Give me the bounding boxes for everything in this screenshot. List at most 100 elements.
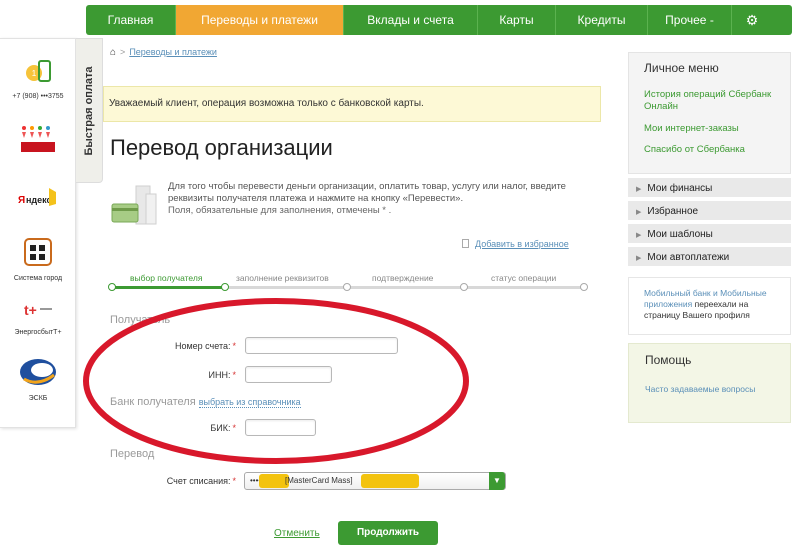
organization-transfer-illustration bbox=[111, 185, 157, 225]
nav-item-cards[interactable]: Карты bbox=[478, 5, 556, 35]
chevron-down-icon[interactable]: ▼ bbox=[489, 472, 505, 490]
caret-right-icon: ▶ bbox=[636, 186, 642, 193]
nav-item-other[interactable]: Прочее - bbox=[648, 5, 732, 35]
home-icon[interactable]: ⌂ bbox=[110, 47, 116, 58]
svg-text:Я: Я bbox=[18, 195, 25, 206]
personal-menu-title: Личное меню bbox=[644, 61, 719, 75]
add-to-favorites-label: Добавить в избранное bbox=[475, 239, 569, 249]
inn-required-mark: * bbox=[232, 370, 236, 380]
accordion-my-templates[interactable]: ▶ Мои шаблоны bbox=[628, 224, 791, 245]
quick-pay-tab-label: Быстрая оплата bbox=[83, 65, 95, 156]
esk-icon bbox=[20, 359, 56, 385]
nav-item-credits[interactable]: Кредиты bbox=[556, 5, 648, 35]
top-nav: Главная Переводы и платежи Вклады и счет… bbox=[86, 5, 792, 35]
step-dot-start bbox=[108, 283, 116, 291]
bank-section-title: Банк получателя bbox=[110, 396, 196, 408]
nav-item-home[interactable]: Главная bbox=[86, 5, 176, 35]
accordion-my-autopayments-label: Мои автоплатежи bbox=[647, 252, 730, 263]
quick-pay-tab[interactable]: Быстрая оплата bbox=[76, 38, 103, 183]
step-label-details: заполнение реквизитов bbox=[236, 273, 329, 283]
quick-pay-system-city[interactable]: Система город bbox=[0, 237, 76, 282]
debit-account-label: Счет списания: * bbox=[116, 476, 236, 486]
spasibo-link[interactable]: Спасибо от Сбербанка bbox=[644, 144, 784, 156]
debit-required-mark: * bbox=[232, 476, 236, 486]
step-dot-4 bbox=[580, 283, 588, 291]
step-dot-3 bbox=[460, 283, 468, 291]
nav-item-deposits[interactable]: Вклады и счета bbox=[344, 5, 478, 35]
nav-item-transfers[interactable]: Переводы и платежи bbox=[176, 5, 344, 35]
inn-label: ИНН: * bbox=[116, 370, 236, 380]
quick-pay-phone[interactable]: 1 +7 (908) •••3755 bbox=[0, 59, 76, 100]
step-dot-2 bbox=[343, 283, 351, 291]
bik-input[interactable] bbox=[245, 419, 316, 436]
caret-right-icon: ▶ bbox=[636, 209, 642, 216]
quick-pay-energosbyt-caption: ЭнергосбытТ+ bbox=[14, 329, 62, 336]
accordion-my-autopayments[interactable]: ▶ Мои автоплатежи bbox=[628, 247, 791, 268]
intro-description: Для того чтобы перевести деньги организа… bbox=[168, 181, 566, 204]
mobile-bank-notice: Мобильный банк и Мобильные приложения пе… bbox=[628, 277, 791, 335]
debit-account-select[interactable]: •••• [MasterCard Mass] ▼ bbox=[244, 472, 506, 490]
account-label-text: Номер счета: bbox=[174, 341, 231, 351]
bik-label: БИК: * bbox=[116, 423, 236, 433]
faq-link[interactable]: Часто задаваемые вопросы bbox=[645, 384, 765, 395]
debit-account-card: [MasterCard Mass] bbox=[285, 476, 353, 485]
personal-menu: Личное меню История операций Сбербанк Он… bbox=[628, 52, 791, 174]
yandex-icon: Я ндекс bbox=[18, 188, 56, 206]
bookmark-icon bbox=[462, 239, 469, 248]
quick-pay-esk[interactable]: ЭСКБ bbox=[0, 357, 76, 402]
help-box: Помощь Часто задаваемые вопросы bbox=[628, 343, 791, 423]
intro-text: Для того чтобы перевести деньги организа… bbox=[168, 181, 588, 217]
quick-pay-charity[interactable] bbox=[0, 124, 76, 159]
internet-orders-link[interactable]: Мои интернет-заказы bbox=[644, 123, 784, 135]
required-note: Поля, обязательные для заполнения, отмеч… bbox=[168, 205, 392, 216]
caret-right-icon: ▶ bbox=[636, 255, 642, 262]
masked-redaction-2 bbox=[361, 474, 419, 488]
cancel-link[interactable]: Отменить bbox=[274, 528, 320, 539]
step-label-confirm: подтверждение bbox=[372, 273, 434, 283]
quick-pay-energosbyt[interactable]: t+ ЭнергосбытТ+ bbox=[0, 299, 76, 336]
bank-section: Банк получателя выбрать из справочника bbox=[110, 396, 301, 408]
transfer-section-title: Перевод bbox=[110, 448, 155, 460]
quick-pay-phone-caption: +7 (908) •••3755 bbox=[12, 93, 64, 100]
svg-text:1: 1 bbox=[32, 69, 37, 78]
accordion-my-templates-label: Мои шаблоны bbox=[647, 229, 713, 240]
phone-icon: 1 bbox=[26, 60, 51, 82]
step-label-recipient: выбор получателя bbox=[130, 273, 203, 283]
quick-pay-system-city-caption: Система город bbox=[13, 275, 63, 282]
account-label: Номер счета: * bbox=[116, 341, 236, 351]
quick-pay-rail: 1 +7 (908) •••3755 Я ндекс Система город… bbox=[0, 38, 76, 428]
account-number-input[interactable] bbox=[245, 337, 398, 354]
accordion-my-finances[interactable]: ▶ Мои финансы bbox=[628, 178, 791, 199]
breadcrumb-transfers[interactable]: Переводы и платежи bbox=[129, 47, 217, 57]
accordion-favorites-label: Избранное bbox=[647, 206, 699, 217]
caret-right-icon: ▶ bbox=[636, 232, 642, 239]
accordion-my-finances-label: Мои финансы bbox=[647, 183, 713, 194]
choose-bank-from-directory-link[interactable]: выбрать из справочника bbox=[198, 397, 301, 408]
add-to-favorites[interactable]: Добавить в избранное bbox=[462, 239, 569, 249]
inn-input[interactable] bbox=[245, 366, 332, 383]
help-title: Помощь bbox=[645, 353, 692, 367]
energosbyt-icon: t+ bbox=[24, 302, 52, 318]
svg-text:t+: t+ bbox=[24, 302, 37, 318]
bik-label-text: БИК: bbox=[210, 423, 231, 433]
gear-icon[interactable]: ⚙ bbox=[732, 5, 772, 35]
system-city-icon bbox=[24, 238, 52, 266]
step-label-status: статус операции bbox=[491, 273, 557, 283]
step-dot-1 bbox=[221, 283, 229, 291]
recipient-section-title: Получатель bbox=[110, 314, 171, 326]
card-only-notice: Уважаемый клиент, операция возможна толь… bbox=[103, 86, 601, 122]
quick-pay-esk-caption: ЭСКБ bbox=[28, 395, 48, 402]
account-required-mark: * bbox=[232, 341, 236, 351]
quick-pay-yandex[interactable]: Я ндекс bbox=[0, 184, 76, 217]
operations-history-link[interactable]: История операций Сбербанк Онлайн bbox=[644, 89, 784, 113]
bik-required-mark: * bbox=[232, 423, 236, 433]
debit-account-label-text: Счет списания: bbox=[166, 476, 231, 486]
charity-icon bbox=[21, 126, 55, 152]
breadcrumb: ⌂ > Переводы и платежи bbox=[110, 47, 217, 58]
steps-progress-done bbox=[112, 286, 225, 289]
accordion-favorites[interactable]: ▶ Избранное bbox=[628, 201, 791, 222]
svg-text:ндекс: ндекс bbox=[26, 195, 52, 205]
page-title: Перевод организации bbox=[110, 135, 333, 160]
inn-label-text: ИНН: bbox=[208, 370, 231, 380]
continue-button[interactable]: Продолжить bbox=[338, 521, 438, 545]
